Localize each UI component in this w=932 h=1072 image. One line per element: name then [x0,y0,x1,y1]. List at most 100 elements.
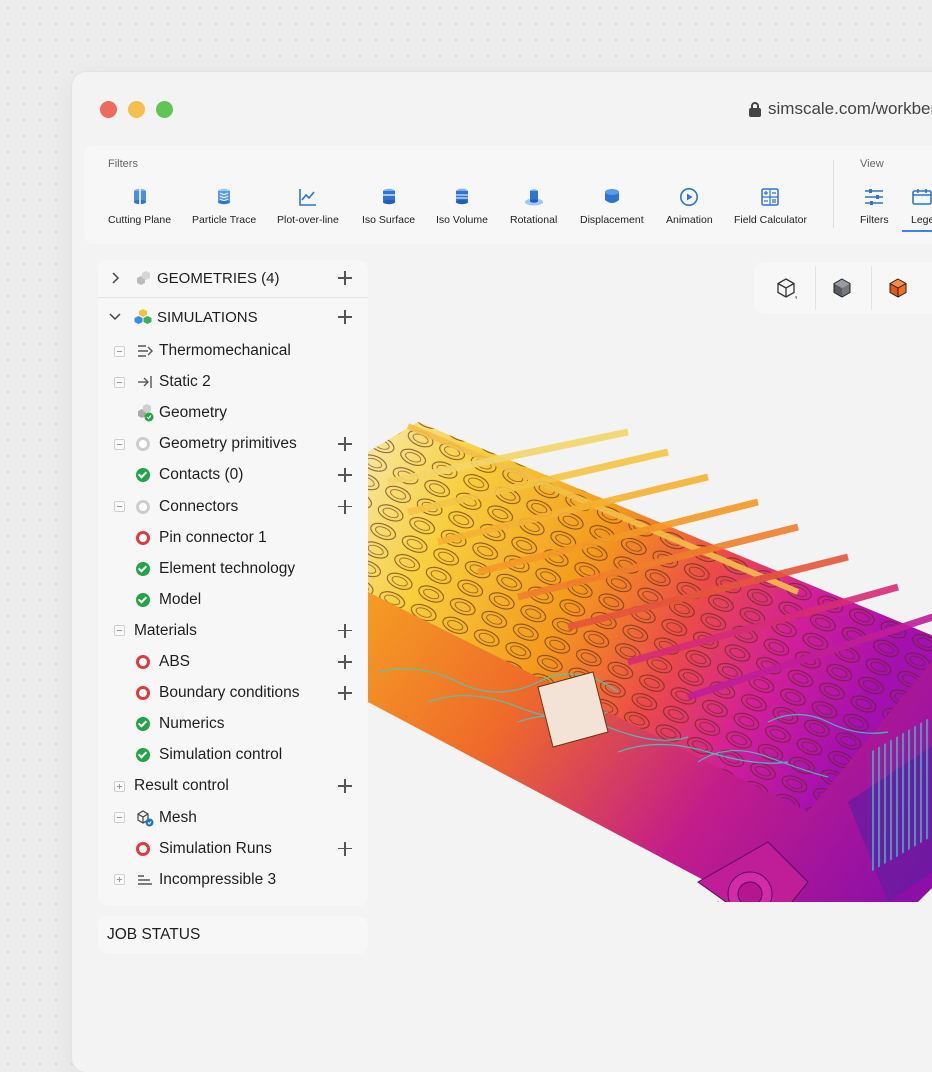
solid-view-button[interactable] [824,270,860,306]
thermo-icon [136,342,154,360]
plot-over-line-button[interactable]: Plot-over-line [277,186,339,226]
view-orientation-panel [754,262,932,314]
tree-item-label: Simulation Runs [159,839,272,857]
geometry-icon [136,404,154,422]
plot-over-line-label: Plot-over-line [277,214,339,226]
tree-item-simulation-runs[interactable]: Simulation Runs [98,834,368,864]
tree-item-label: ABS [159,653,191,670]
collapse-icon[interactable] [114,345,125,357]
view-filters-button[interactable]: Filters [860,186,889,226]
legend-button[interactable]: Lege [911,186,932,226]
tree-item-pin-connector-1[interactable]: Pin connector 1 [98,523,368,553]
status-pending-icon [136,437,150,452]
field-calculator-button[interactable]: Field Calculator [734,186,807,226]
legend-label: Lege [911,214,932,226]
animation-button[interactable]: Animation [666,186,713,226]
tree-item-label: Pin connector 1 [159,528,267,546]
color-cube-icon [889,278,907,298]
tree-item-label: Static 2 [159,373,211,391]
collapse-icon[interactable] [114,438,125,450]
collapse-icon[interactable] [114,625,125,637]
add-geometry-button[interactable] [338,271,352,285]
lock-icon [749,102,761,117]
add-boundary-conditions-button[interactable] [338,686,352,701]
chevron-down-icon [109,313,121,321]
tree-item-mesh[interactable]: Mesh [98,803,368,833]
expand-icon[interactable] [114,874,125,886]
rotational-label: Rotational [510,214,558,226]
tree-item-simulation-control[interactable]: Simulation control [98,740,368,770]
add-geometry-primitives-button[interactable] [338,437,352,452]
particle-trace-button[interactable]: Particle Trace [192,186,256,226]
legend-icon [911,186,932,208]
play-circle-icon [678,186,700,208]
expand-icon[interactable] [114,780,125,792]
panel-divider [98,297,368,298]
cutting-plane-button[interactable]: Cutting Plane [108,186,171,226]
simulations-label: SIMULATIONS [157,308,258,326]
tree-item-label: Boundary conditions [159,684,300,702]
active-tab-indicator [902,230,932,232]
status-error-icon [136,530,150,545]
collapse-icon[interactable] [114,812,125,823]
tree-item-numerics[interactable]: Numerics [98,709,368,739]
wireframe-view-button[interactable] [768,270,804,306]
tree-item-abs[interactable]: ABS [98,647,368,677]
tree-item-element-technology[interactable]: Element technology [98,554,368,584]
simulation-result-viewport[interactable] [368,342,932,902]
tree-item-label: Mesh [159,808,197,826]
tree-item-connectors[interactable]: Connectors [98,492,368,522]
cutting-plane-icon [129,186,151,208]
add-simulation-runs-button[interactable] [338,841,352,856]
add-simulation-button[interactable] [338,310,352,324]
tree-item-model[interactable]: Model [98,585,368,615]
tree-item-boundary-conditions[interactable]: Boundary conditions [98,678,368,708]
simulations-header[interactable]: SIMULATIONS [98,302,368,332]
tree-item-label: Geometry [159,404,228,422]
iso-surface-button[interactable]: Iso Surface [362,186,415,226]
tree-item-materials[interactable]: Materials [98,616,368,646]
displacement-button[interactable]: Displacement [580,186,644,226]
add-contacts-0-button[interactable] [338,468,352,483]
view-filters-label: Filters [860,214,889,226]
job-status-panel[interactable]: JOB STATUS [98,916,368,954]
tree-item-thermomechanical[interactable]: Thermomechanical [98,336,368,366]
collapse-icon[interactable] [114,376,125,388]
displacement-icon [601,186,623,208]
tree-item-label: Thermomechanical [159,342,291,359]
tree-item-label: Numerics [159,715,225,733]
add-materials-button[interactable] [338,623,352,638]
geometries-header[interactable]: GEOMETRIES (4) [98,263,368,293]
iso-surface-icon [378,186,400,208]
surface-view-button[interactable] [880,270,916,306]
status-ok-icon [136,592,150,607]
add-result-control-button[interactable] [338,779,352,794]
tree-item-label: Geometry primitives [159,435,297,453]
filters-section-label: Filters [108,158,138,170]
address-bar[interactable]: simscale.com/workbench [748,99,932,119]
maximize-window-button[interactable] [156,101,173,118]
rotational-button[interactable]: Rotational [510,186,557,226]
minimize-window-button[interactable] [128,101,145,118]
close-window-button[interactable] [100,101,117,118]
incomp-icon [136,871,154,889]
plot-over-line-icon [297,186,319,208]
simulations-icon [134,309,152,324]
iso-volume-button[interactable]: Iso Volume [436,186,488,226]
iso-volume-icon [451,186,473,208]
job-status-label: JOB STATUS [107,926,201,943]
tree-item-incompressible-3[interactable]: Incompressible 3 [98,865,368,895]
tree-item-result-control[interactable]: Result control [98,771,368,801]
tree-item-geometry-primitives[interactable]: Geometry primitives [98,429,368,459]
iso-surface-label: Iso Surface [362,214,416,226]
tree-item-label: Result control [134,777,229,795]
tree-item-contacts-0[interactable]: Contacts (0) [98,460,368,490]
tree-item-geometry[interactable]: Geometry [98,398,368,428]
collapse-icon[interactable] [114,501,125,512]
tree-item-static-2[interactable]: Static 2 [98,367,368,397]
tree-item-label: Materials [134,621,197,639]
animation-label: Animation [666,214,713,226]
add-connectors-button[interactable] [338,499,352,514]
add-abs-button[interactable] [338,655,352,669]
title-bar: simscale.com/workbench [72,72,932,146]
